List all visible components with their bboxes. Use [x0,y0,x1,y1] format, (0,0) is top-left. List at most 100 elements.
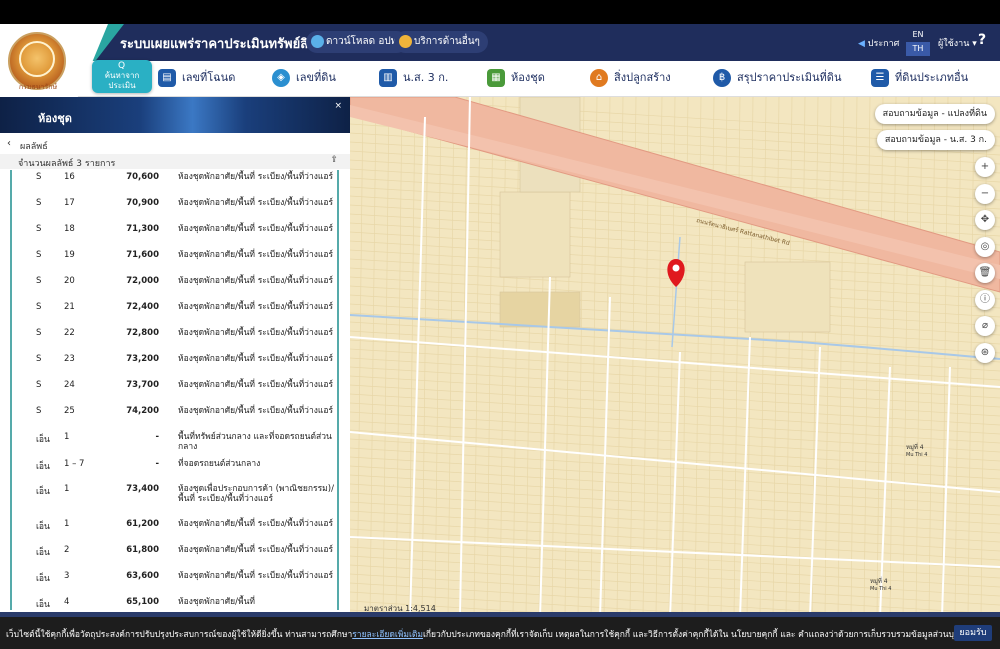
nav-other-land[interactable]: ☰ ที่ดินประเภทอื่น [871,67,968,89]
row-price: 72,800 [126,328,159,338]
nav-land-summary[interactable]: ฿ สรุปราคาประเมินที่ดิน [713,67,841,89]
app-window: กรมธนารักษ์ ระบบเผยแพร่ราคาประเมินทรัพย์… [0,0,1000,649]
zoom-in-icon[interactable]: + [975,157,995,177]
row-floor: 16 [64,172,75,182]
table-row[interactable]: S 22 72,800 ห้องชุดพักอาศัย/พื้นที่ ระเบียง… [12,328,337,354]
table-row[interactable]: เอ็น 1 73,400 ห้องชุดเพื่อประกอบการค้า (พาณ… [12,484,337,519]
cookie-text: เว็บไซต์นี้ใช้คุกกี้เพื่อวัตถุประสงค์การ… [6,627,971,641]
result-label: ผลลัพธ์ [20,142,48,152]
list-icon: ☰ [871,69,889,87]
row-building: เอ็น [36,462,50,472]
building-icon: ▦ [487,69,505,87]
row-price: 73,700 [126,380,159,390]
table-row[interactable]: S 25 74,200 ห้องชุดพักอาศัย/พื้นที่ ระเบียง… [12,406,337,432]
layers-toggle-icon[interactable]: ⊛ [975,343,995,363]
nav-condo[interactable]: ▦ ห้องชุด [487,67,545,89]
result-table[interactable]: S 16 70,600 ห้องชุดพักอาศัย/พื้นที่ ระเบียง… [10,170,339,610]
map-canvas[interactable]: ถนนรัตนาธิเบศร์ Rattanathibet Rd หมู่ที่… [350,97,1000,617]
row-building: เอ็น [36,574,50,584]
table-row[interactable]: S 20 72,000 ห้องชุดพักอาศัย/พื้นที่ ระเบียง… [12,276,337,302]
table-row[interactable]: เอ็น 1 - พื้นที่ทรัพย์ส่วนกลาง และที่จอดรถย… [12,432,337,459]
nav-deed-number[interactable]: ▤ เลขที่โฉนด [158,67,235,89]
other-services-button[interactable]: บริการด้านอื่นๆ [394,31,488,53]
nav-deed-number-label: เลขที่โฉนด [182,71,236,84]
table-row[interactable]: เอ็น 2 61,800 ห้องชุดพักอาศัย/พื้นที่ ระเบี… [12,545,337,571]
row-description: ห้องชุดพักอาศัย/พื้นที่ ระเบียง/พื้นที่ว… [178,172,334,182]
row-building: เอ็น [36,600,50,610]
row-building: S [36,302,42,312]
row-building: S [36,198,42,208]
row-building: S [36,406,42,416]
panel-title: ห้องชุด [38,112,72,125]
zoom-out-icon[interactable]: − [975,184,995,204]
row-price: 61,200 [126,519,159,529]
table-row[interactable]: S 16 70,600 ห้องชุดพักอาศัย/พื้นที่ ระเบียง… [12,172,337,198]
measure-icon[interactable]: ⌀ [975,316,995,336]
row-price: - [155,459,159,469]
nav-search-appraisal[interactable]: Q ค้นหาจาก ประเมิน [92,60,152,93]
row-description: ห้องชุดพักอาศัย/พื้นที่ ระเบียง/พื้นที่ว… [178,406,334,416]
row-floor: 18 [64,224,75,234]
lang-en[interactable]: EN [906,28,930,42]
close-icon[interactable]: × [334,101,342,111]
cookie-details-link[interactable]: รายละเอียดเพิ่มเติม [352,630,423,640]
row-price: 63,600 [126,571,159,581]
trash-icon[interactable]: 🗑 [975,263,995,283]
row-description: ห้องชุดพักอาศัย/พื้นที่ ระเบียง/พื้นที่ว… [178,519,334,529]
user-menu[interactable]: ผู้ใช้งาน ▾ [938,36,977,50]
row-building: เอ็น [36,522,50,532]
row-floor: 3 [64,571,70,581]
table-row[interactable]: เอ็น 3 63,600 ห้องชุดพักอาศัย/พื้นที่ ระเบี… [12,571,337,597]
row-building: เอ็น [36,435,50,445]
query-parcel-button[interactable]: สอบถามข้อมูล - แปลงที่ดิน [874,104,995,124]
nav-active-label-2: ประเมิน [108,81,136,90]
top-letterbox [0,0,1000,24]
nav-building[interactable]: ⌂ สิ่งปลูกสร้าง [590,67,671,89]
nav-condo-label: ห้องชุด [511,71,545,84]
nav-land-number[interactable]: ◈ เลขที่ดิน [272,67,336,89]
row-floor: 1 [64,432,70,442]
table-row[interactable]: เอ็น 1 – 7 - ที่จอดรถยนต์ส่วนกลาง [12,459,337,484]
table-row[interactable]: S 23 73,200 ห้องชุดพักอาศัย/พื้นที่ ระเบียง… [12,354,337,380]
row-floor: 22 [64,328,75,338]
row-price: 73,200 [126,354,159,364]
nav-ns3k-label: น.ส. 3 ก. [403,71,449,84]
table-row[interactable]: S 21 72,400 ห้องชุดพักอาศัย/พื้นที่ ระเบียง… [12,302,337,328]
cookie-text-after: เกี่ยวกับประเภทของคุกกี้ที่เราจัดเก็บ เห… [422,630,971,640]
row-floor: 21 [64,302,75,312]
row-price: 70,600 [126,172,159,182]
row-description: ห้องชุดพักอาศัย/พื้นที่ ระเบียง/พื้นที่ว… [178,571,334,581]
announcement-link[interactable]: ◀ ประกาศ [858,36,899,50]
table-row[interactable]: เอ็น 4 65,100 ห้องชุดพักอาศัย/พื้นที่ [12,597,337,610]
row-description: ห้องชุดพักอาศัย/พื้นที่ ระเบียง/พื้นที่ว… [178,354,334,364]
share-icon[interactable]: ⇪ [330,155,338,165]
language-switch[interactable]: EN TH [906,28,930,56]
table-row[interactable]: S 24 73,700 ห้องชุดพักอาศัย/พื้นที่ ระเบียง… [12,380,337,406]
table-row[interactable]: เอ็น 1 61,200 ห้องชุดพักอาศัย/พื้นที่ ระเบี… [12,519,337,545]
help-icon[interactable]: ? [978,32,986,48]
map-view[interactable]: ถนนรัตนาธิเบศร์ Rattanathibet Rd หมู่ที่… [350,97,1000,617]
download-icon [311,35,324,48]
table-row[interactable]: S 19 71,600 ห้องชุดพักอาศัย/พื้นที่ ระเบียง… [12,250,337,276]
row-description: ห้องชุดพักอาศัย/พื้นที่ ระเบียง/พื้นที่ว… [178,224,334,234]
nav-ns3k[interactable]: ▥ น.ส. 3 ก. [379,67,448,89]
pan-icon[interactable]: ✥ [975,210,995,230]
row-description: ห้องชุดพักอาศัย/พื้นที่ ระเบียง/พื้นที่ว… [178,276,334,286]
locate-icon[interactable]: ◎ [975,237,995,257]
row-price: 65,100 [126,597,159,607]
row-building: เอ็น [36,487,50,497]
cookie-banner: เว็บไซต์นี้ใช้คุกกี้เพื่อวัตถุประสงค์การ… [0,617,1000,649]
cookie-text-before: เว็บไซต์นี้ใช้คุกกี้เพื่อวัตถุประสงค์การ… [6,630,353,640]
row-price: 71,300 [126,224,159,234]
cookie-accept-button[interactable]: ยอมรับ [954,625,992,641]
house-icon: ⌂ [590,69,608,87]
layers-icon: ◈ [272,69,290,87]
table-row[interactable]: S 18 71,300 ห้องชุดพักอาศัย/พื้นที่ ระเบียง… [12,224,337,250]
chevron-left-icon[interactable]: ‹ [7,138,11,149]
row-price: 70,900 [126,198,159,208]
lang-th[interactable]: TH [906,42,930,56]
row-price: - [155,432,159,442]
info-icon[interactable]: ⓘ [975,290,995,310]
query-ns3k-button[interactable]: สอบถามข้อมูล - น.ส. 3 ก. [876,130,995,150]
table-row[interactable]: S 17 70,900 ห้องชุดพักอาศัย/พื้นที่ ระเบียง… [12,198,337,224]
